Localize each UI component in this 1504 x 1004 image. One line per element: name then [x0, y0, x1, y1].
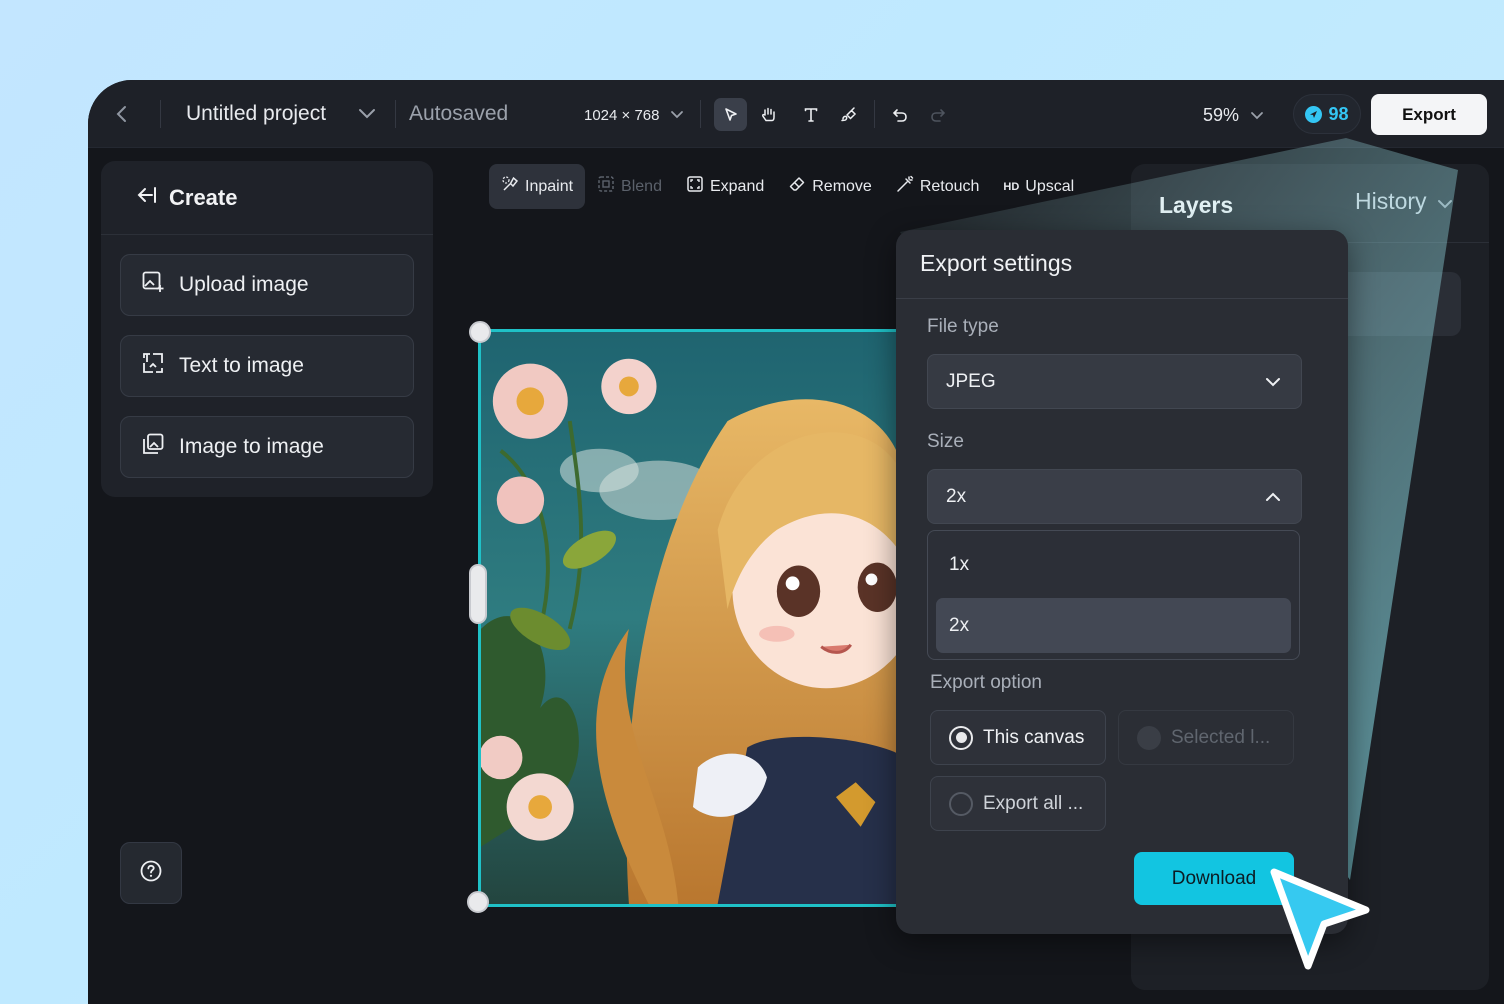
chevron-down-icon[interactable]	[358, 102, 382, 126]
blend-label: Blend	[621, 177, 662, 195]
divider	[160, 100, 161, 128]
back-icon[interactable]	[110, 102, 134, 126]
export-button[interactable]: Export	[1371, 94, 1487, 135]
export-settings-popover: Export settings File type JPEG Size 2x 1…	[896, 230, 1348, 934]
option-this-canvas[interactable]: This canvas	[930, 710, 1106, 765]
tab-layers[interactable]: Layers	[1159, 192, 1233, 219]
help-button[interactable]	[120, 842, 182, 904]
resize-handle-top-left[interactable]	[469, 321, 491, 343]
size-value: 2x	[946, 485, 967, 507]
file-type-label: File type	[927, 316, 999, 337]
help-icon	[139, 859, 163, 888]
credits-count: 98	[1328, 103, 1349, 124]
radio-checked-icon	[949, 725, 973, 750]
edit-toolbar: Inpaint Blend Expand Remove Retouch HD U…	[489, 164, 1086, 209]
hand-tool-icon[interactable]	[752, 98, 785, 131]
option-export-all[interactable]: Export all ...	[930, 776, 1106, 831]
size-option-1x[interactable]: 1x	[936, 537, 1291, 592]
size-select[interactable]: 2x	[927, 469, 1302, 524]
size-dropdown: 1x 2x	[927, 530, 1300, 660]
divider	[896, 298, 1348, 299]
radio-icon	[949, 791, 973, 816]
chevron-down-icon[interactable]	[670, 106, 686, 122]
resize-handle-left[interactable]	[469, 564, 487, 624]
chevron-up-icon	[1265, 486, 1281, 508]
text-to-image-button[interactable]: Text to image	[120, 335, 414, 397]
blend-icon	[597, 175, 615, 198]
redo-icon[interactable]	[921, 98, 954, 131]
text-to-image-icon	[141, 351, 165, 381]
retouch-icon	[896, 175, 914, 198]
canvas-size-select[interactable]: 1024 × 768	[584, 104, 660, 126]
upload-image-button[interactable]: Upload image	[120, 254, 414, 316]
text-tool-icon[interactable]	[794, 98, 827, 131]
collapse-icon[interactable]	[135, 185, 157, 211]
size-label: Size	[927, 431, 964, 452]
image-to-image-button[interactable]: Image to image	[120, 416, 414, 478]
remove-button[interactable]: Remove	[776, 164, 884, 209]
export-settings-title: Export settings	[920, 250, 1073, 276]
expand-icon	[686, 175, 704, 198]
divider	[874, 100, 875, 128]
pointer-cursor-icon	[1270, 868, 1370, 970]
anime-girl-artwork	[481, 332, 905, 904]
select-tool-icon[interactable]	[714, 98, 747, 131]
upscale-button[interactable]: HD Upscal	[991, 164, 1086, 209]
upload-image-icon	[141, 270, 165, 300]
option-selected-layers: Selected l...	[1118, 710, 1294, 765]
image-to-image-icon	[141, 432, 165, 462]
blend-button[interactable]: Blend	[585, 164, 674, 209]
retouch-label: Retouch	[919, 177, 980, 195]
credit-icon	[1305, 105, 1323, 123]
chevron-down-icon	[1265, 371, 1281, 393]
undo-icon[interactable]	[883, 98, 916, 131]
export-all-label: Export all ...	[983, 792, 1084, 814]
text-to-image-label: Text to image	[179, 354, 304, 377]
divider	[101, 234, 433, 235]
divider	[395, 100, 396, 128]
retouch-button[interactable]: Retouch	[884, 164, 992, 209]
canvas-image[interactable]	[478, 329, 908, 907]
layer-item[interactable]	[1329, 272, 1461, 336]
file-type-value: JPEG	[946, 370, 996, 392]
export-option-label: Export option	[930, 672, 1042, 693]
expand-button[interactable]: Expand	[674, 164, 776, 209]
inpaint-icon	[501, 175, 519, 198]
credits-badge[interactable]: 98	[1293, 94, 1361, 134]
eraser-icon	[788, 175, 806, 198]
top-bar: Untitled project Autosaved 1024 × 768 59…	[88, 80, 1504, 148]
expand-label: Expand	[709, 177, 765, 195]
upscale-label: Upscal	[1025, 177, 1075, 195]
brush-tool-icon[interactable]	[832, 98, 865, 131]
size-option-2x[interactable]: 2x	[936, 598, 1291, 653]
hd-badge: HD	[1003, 180, 1020, 193]
create-header[interactable]: Create	[135, 185, 237, 211]
inpaint-label: Inpaint	[525, 177, 574, 195]
tab-history[interactable]: History	[1355, 188, 1453, 215]
create-panel: Create Upload image Text to image Image …	[101, 161, 433, 497]
selected-label: Selected l...	[1171, 726, 1271, 748]
chevron-down-icon[interactable]	[1250, 107, 1266, 123]
file-type-select[interactable]: JPEG	[927, 354, 1302, 409]
image-to-image-label: Image to image	[179, 435, 324, 458]
create-title: Create	[169, 185, 238, 210]
divider	[700, 100, 701, 128]
project-title[interactable]: Untitled project	[186, 100, 326, 128]
zoom-level[interactable]: 59%	[1203, 103, 1239, 127]
resize-handle-bottom-left[interactable]	[467, 891, 489, 913]
radio-icon	[1137, 725, 1161, 750]
remove-label: Remove	[812, 177, 872, 195]
chevron-down-icon	[1437, 188, 1453, 215]
this-canvas-label: This canvas	[983, 726, 1085, 748]
upload-image-label: Upload image	[179, 273, 309, 296]
inpaint-button[interactable]: Inpaint	[489, 164, 586, 209]
history-label: History	[1355, 188, 1427, 214]
autosave-status: Autosaved	[409, 102, 509, 125]
